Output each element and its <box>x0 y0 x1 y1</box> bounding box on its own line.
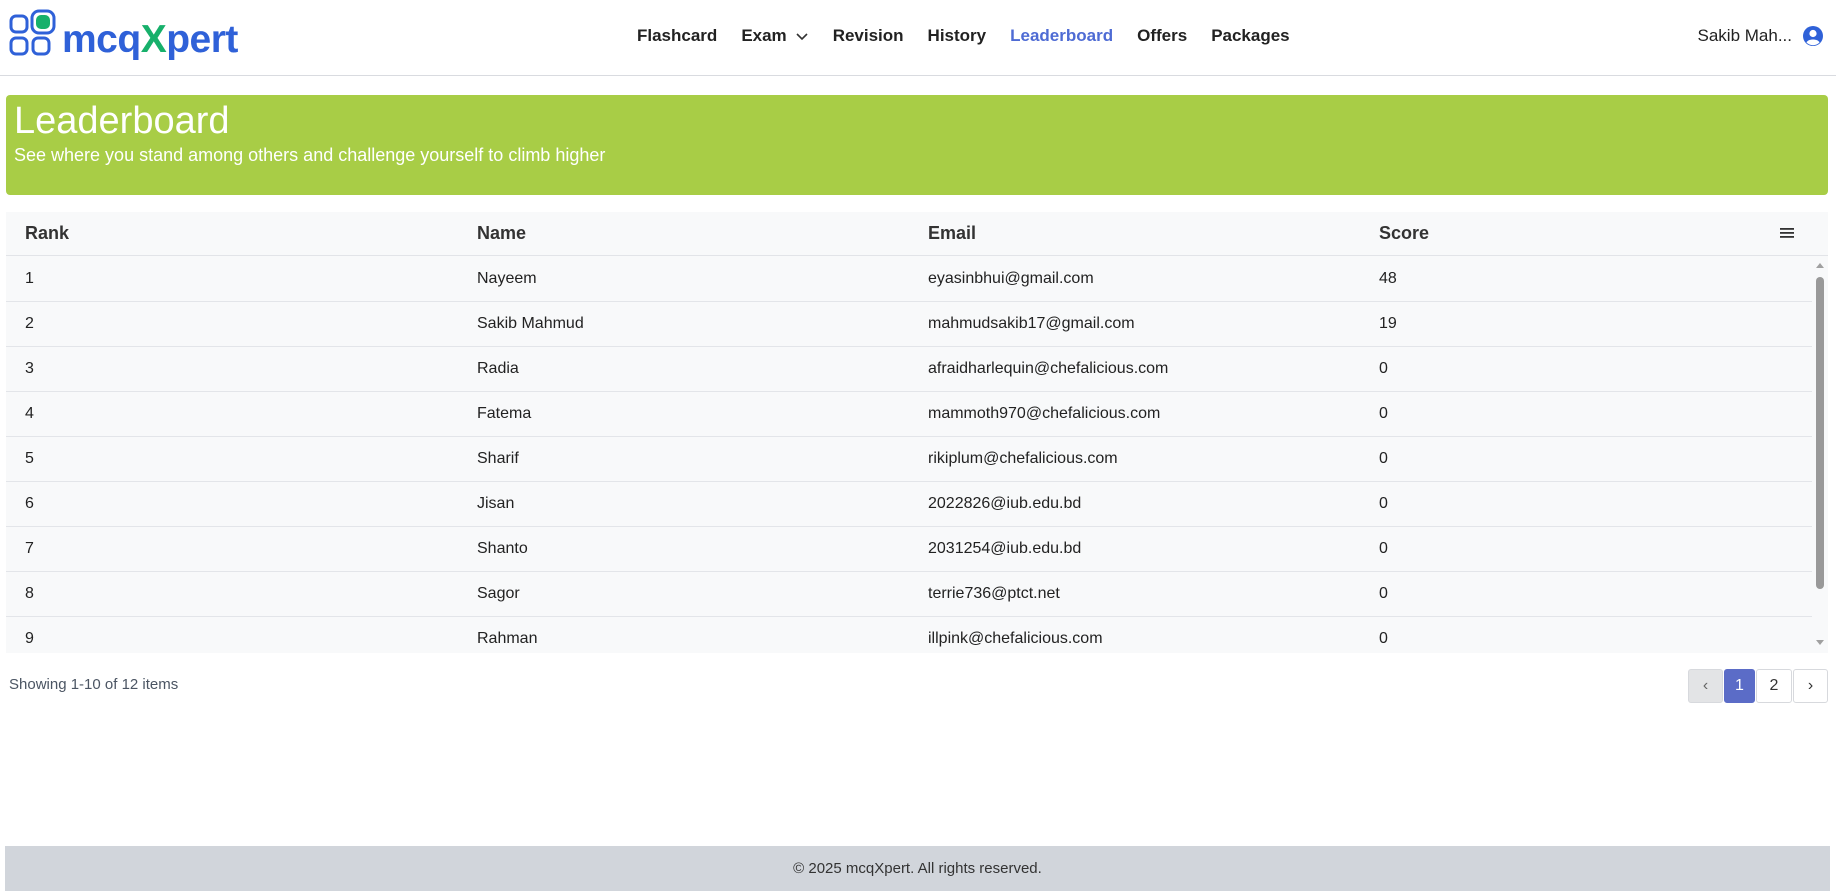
page-title: Leaderboard <box>14 100 230 142</box>
table-row[interactable]: 8 Sagor terrie736@ptct.net 0 <box>6 572 1812 617</box>
cell-score: 0 <box>1379 495 1388 512</box>
cell-score: 0 <box>1379 450 1388 467</box>
nav-offers[interactable]: Offers <box>1137 26 1187 46</box>
table-scrollbar[interactable] <box>1812 257 1828 653</box>
cell-email: afraidharlequin@chefalicious.com <box>928 360 1169 377</box>
column-header-name[interactable]: Name <box>458 223 909 244</box>
user-menu[interactable]: Sakib Mah... <box>1698 22 1825 50</box>
table-row[interactable]: 4 Fatema mammoth970@chefalicious.com 0 <box>6 392 1812 437</box>
chevron-down-icon <box>796 33 808 41</box>
cell-email: mammoth970@chefalicious.com <box>928 405 1161 422</box>
cell-name: Rahman <box>477 630 538 647</box>
nav-revision[interactable]: Revision <box>833 26 904 46</box>
cell-email: rikiplum@chefalicious.com <box>928 450 1118 467</box>
table-body: 1 Nayeem eyasinbhui@gmail.com 48 2 Sakib… <box>6 257 1812 653</box>
table-header: Rank Name Email Score <box>6 212 1828 256</box>
cell-email: 2022826@iub.edu.bd <box>928 495 1082 512</box>
table-row[interactable]: 5 Sharif rikiplum@chefalicious.com 0 <box>6 437 1812 482</box>
footer: © 2025 mcqXpert. All rights reserved. <box>5 846 1830 891</box>
cell-score: 0 <box>1379 405 1388 422</box>
logo-mark-icon <box>9 9 56 56</box>
cell-score: 19 <box>1379 315 1397 332</box>
pagination: ‹ 1 2 › <box>1687 669 1828 703</box>
cell-email: illpink@chefalicious.com <box>928 630 1103 647</box>
prev-page-button[interactable]: ‹ <box>1688 669 1723 703</box>
cell-name: Fatema <box>477 405 532 422</box>
cell-rank: 1 <box>25 270 34 287</box>
cell-name: Sagor <box>477 585 520 602</box>
cell-rank: 2 <box>25 315 34 332</box>
cell-score: 0 <box>1379 540 1388 557</box>
hamburger-menu-icon[interactable] <box>1779 226 1795 240</box>
table-row[interactable]: 2 Sakib Mahmud mahmudsakib17@gmail.com 1… <box>6 302 1812 347</box>
page-subtitle: See where you stand among others and cha… <box>14 144 606 165</box>
cell-name: Sakib Mahmud <box>477 315 584 332</box>
cell-score: 0 <box>1379 630 1388 647</box>
cell-name: Sharif <box>477 450 519 467</box>
cell-rank: 4 <box>25 405 34 422</box>
cell-name: Radia <box>477 360 519 377</box>
table-row[interactable]: 7 Shanto 2031254@iub.edu.bd 0 <box>6 527 1812 572</box>
user-name: Sakib Mah... <box>1697 26 1793 45</box>
nav-leaderboard[interactable]: Leaderboard <box>1010 26 1113 46</box>
cell-email: eyasinbhui@gmail.com <box>928 270 1094 287</box>
leaderboard-table: Rank Name Email Score 1 Nayeem eyasinbhu… <box>6 212 1828 653</box>
top-navbar: mcqXpert Flashcard Exam Revision History… <box>0 0 1836 76</box>
column-header-score[interactable]: Score <box>1360 223 1812 244</box>
nav-flashcard[interactable]: Flashcard <box>637 26 717 46</box>
table-row[interactable]: 9 Rahman illpink@chefalicious.com 0 <box>6 617 1812 653</box>
cell-email: terrie736@ptct.net <box>928 585 1060 602</box>
table-row[interactable]: 6 Jisan 2022826@iub.edu.bd 0 <box>6 482 1812 527</box>
page-1-button[interactable]: 1 <box>1724 669 1755 703</box>
cell-rank: 9 <box>25 630 34 647</box>
table-row[interactable]: 1 Nayeem eyasinbhui@gmail.com 48 <box>6 257 1812 302</box>
cell-rank: 7 <box>25 540 34 557</box>
cell-name: Jisan <box>477 495 515 512</box>
cell-score: 0 <box>1379 360 1388 377</box>
cell-name: Shanto <box>477 540 528 557</box>
cell-email: mahmudsakib17@gmail.com <box>928 315 1135 332</box>
user-circle-icon <box>1803 26 1823 46</box>
cell-rank: 3 <box>25 360 34 377</box>
cell-name: Nayeem <box>477 270 537 287</box>
cell-score: 0 <box>1379 585 1388 602</box>
nav-exam[interactable]: Exam <box>741 26 808 46</box>
table-row[interactable]: 3 Radia afraidharlequin@chefalicious.com… <box>6 347 1812 392</box>
main-nav: Flashcard Exam Revision History Leaderbo… <box>637 22 1314 50</box>
scrollbar-thumb[interactable] <box>1816 277 1824 589</box>
items-count: Showing 1-10 of 12 items <box>9 676 179 693</box>
cell-rank: 8 <box>25 585 34 602</box>
cell-rank: 6 <box>25 495 34 512</box>
logo-text: mcqXpert <box>62 17 238 61</box>
nav-packages[interactable]: Packages <box>1211 26 1289 46</box>
cell-rank: 5 <box>25 450 34 467</box>
nav-history[interactable]: History <box>928 26 987 46</box>
next-page-button[interactable]: › <box>1793 669 1828 703</box>
logo[interactable]: mcqXpert <box>8 8 238 62</box>
scroll-down-arrow-icon[interactable] <box>1816 640 1824 645</box>
cell-email: 2031254@iub.edu.bd <box>928 540 1082 557</box>
leaderboard-banner: Leaderboard See where you stand among ot… <box>6 95 1828 195</box>
nav-exam-label: Exam <box>741 26 787 45</box>
column-header-email[interactable]: Email <box>909 223 1360 244</box>
cell-score: 48 <box>1379 270 1397 287</box>
copyright-text: © 2025 mcqXpert. All rights reserved. <box>793 860 1042 877</box>
page-2-button[interactable]: 2 <box>1756 669 1792 703</box>
column-header-rank[interactable]: Rank <box>6 223 458 244</box>
scroll-up-arrow-icon[interactable] <box>1816 263 1824 268</box>
